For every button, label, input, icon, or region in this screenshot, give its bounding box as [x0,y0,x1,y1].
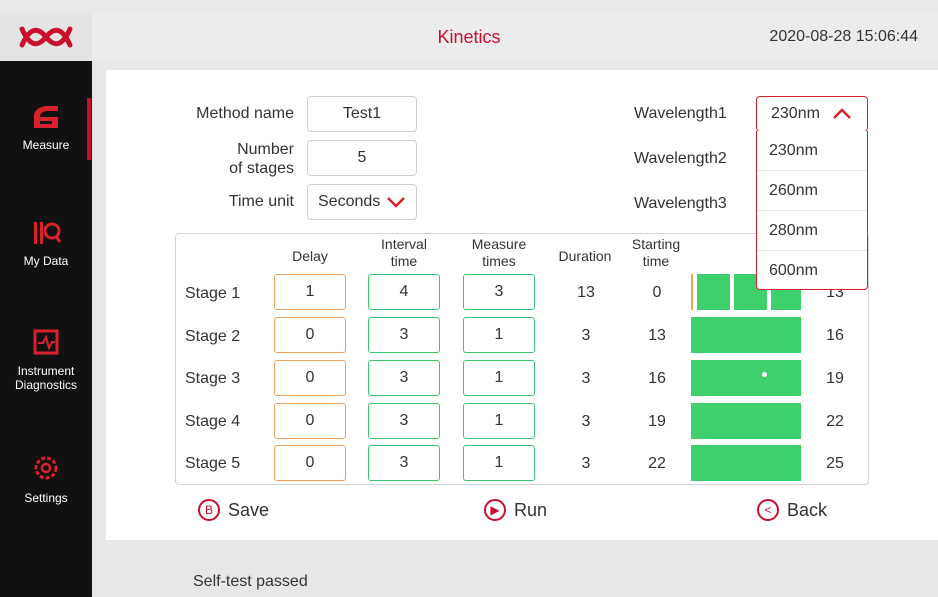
play-icon: ▶ [484,499,506,521]
header-interval: Interval time [381,236,427,269]
timeline-bar [691,403,801,439]
end-value: 22 [826,413,844,430]
back-button[interactable]: < Back [757,496,827,524]
sidebar-item-measure[interactable]: Measure [0,102,92,152]
duration-value: 13 [577,284,595,301]
wavelength-option[interactable]: 280nm [757,211,867,251]
sidebar-item-label: Settings [24,491,68,505]
wavelength1-menu: 230nm 260nm 280nm 600nm [756,131,868,290]
datetime: 2020-08-28 15:06:44 [769,28,918,45]
run-label: Run [514,499,548,520]
measure-input[interactable]: 1 [463,360,535,396]
diagnostics-icon [33,329,59,355]
timeline-bar [691,317,801,353]
start-value: 22 [648,455,666,472]
measure-input[interactable]: 1 [463,317,535,353]
start-value: 13 [648,327,666,344]
stages-label: Number of stages [180,140,294,178]
end-value: 25 [826,455,844,472]
wavelength1-select[interactable]: 230nm [756,96,868,132]
timeline-bar [691,360,801,396]
sidebar-item-label: My Data [23,254,69,268]
wavelength2-label: Wavelength2 [634,150,727,167]
delay-input[interactable]: 0 [274,360,346,396]
save-icon: B [198,499,220,521]
interval-input[interactable]: 4 [368,274,440,310]
timeline-bar [691,445,801,481]
sidebar-item-diagnostics[interactable]: Instrument Diagnostics [0,328,92,392]
end-value: 19 [826,370,844,387]
save-button[interactable]: B Save [198,496,269,524]
back-label: Back [787,499,828,520]
stages-label-line1: Number [237,141,294,158]
sidebar-item-label: Instrument Diagnostics [14,364,78,392]
row-stage-label: Stage 4 [185,413,241,430]
sidebar-item-label: Measure [22,138,70,152]
delay-input[interactable]: 1 [274,274,346,310]
stages-label-line2: of stages [229,160,294,177]
header-starting-time: Starting time [631,236,681,269]
measure-input[interactable]: 3 [463,274,535,310]
header-measure: Measure times [471,236,527,269]
wavelength-option[interactable]: 230nm [757,131,867,171]
run-button[interactable]: ▶ Run [484,496,547,524]
progress-dot [762,372,767,377]
interval-input[interactable]: 3 [368,360,440,396]
method-name-field[interactable]: Test1 [307,96,417,132]
wavelength-option[interactable]: 600nm [757,251,867,291]
end-value: 16 [826,327,844,344]
duration-value: 3 [581,455,591,472]
interval-input[interactable]: 3 [368,445,440,481]
wavelength3-label: Wavelength3 [634,195,727,212]
row-stage-label: Stage 1 [185,285,241,302]
delay-input[interactable]: 0 [274,445,346,481]
duration-value: 3 [581,413,591,430]
method-name-label: Method name [196,105,294,122]
header-delay: Delay [292,248,328,264]
measure-icon [34,106,58,128]
start-value: 0 [652,284,662,301]
delay-input[interactable]: 0 [274,403,346,439]
duration-value: 3 [581,370,591,387]
interval-input[interactable]: 3 [368,317,440,353]
save-label: Save [228,499,270,520]
chevron-down-icon [387,197,406,208]
timeline-bar-segment [697,274,730,310]
row-stage-label: Stage 3 [185,370,241,387]
measure-input[interactable]: 1 [463,445,535,481]
my-data-icon [34,222,62,244]
time-unit-value: Seconds [318,193,381,210]
time-unit-label: Time unit [228,193,294,210]
stages-field[interactable]: 5 [307,140,417,176]
duration-value: 3 [581,327,591,344]
row-stage-label: Stage 5 [185,455,241,472]
sidebar-item-settings[interactable]: Settings [0,451,92,505]
settings-icon [34,456,58,480]
interval-input[interactable]: 3 [368,403,440,439]
wavelength-option[interactable]: 260nm [757,171,867,211]
sidebar-item-my-data[interactable]: My Data [0,218,92,268]
start-value: 16 [648,370,666,387]
back-icon: < [757,499,779,521]
status-message: Self-test passed [193,573,308,590]
wavelength1-label: Wavelength1 [634,105,727,122]
row-stage-label: Stage 2 [185,328,241,345]
timeline-delay-marker [691,274,693,310]
header-duration: Duration [558,248,612,264]
time-unit-select[interactable]: Seconds [307,184,417,220]
chevron-up-icon [833,108,851,119]
header-bar: Kinetics 2020-08-28 15:06:44 [0,13,938,62]
wavelength1-value: 230nm [771,105,820,122]
measure-input[interactable]: 1 [463,403,535,439]
start-value: 19 [648,413,666,430]
delay-input[interactable]: 0 [274,317,346,353]
